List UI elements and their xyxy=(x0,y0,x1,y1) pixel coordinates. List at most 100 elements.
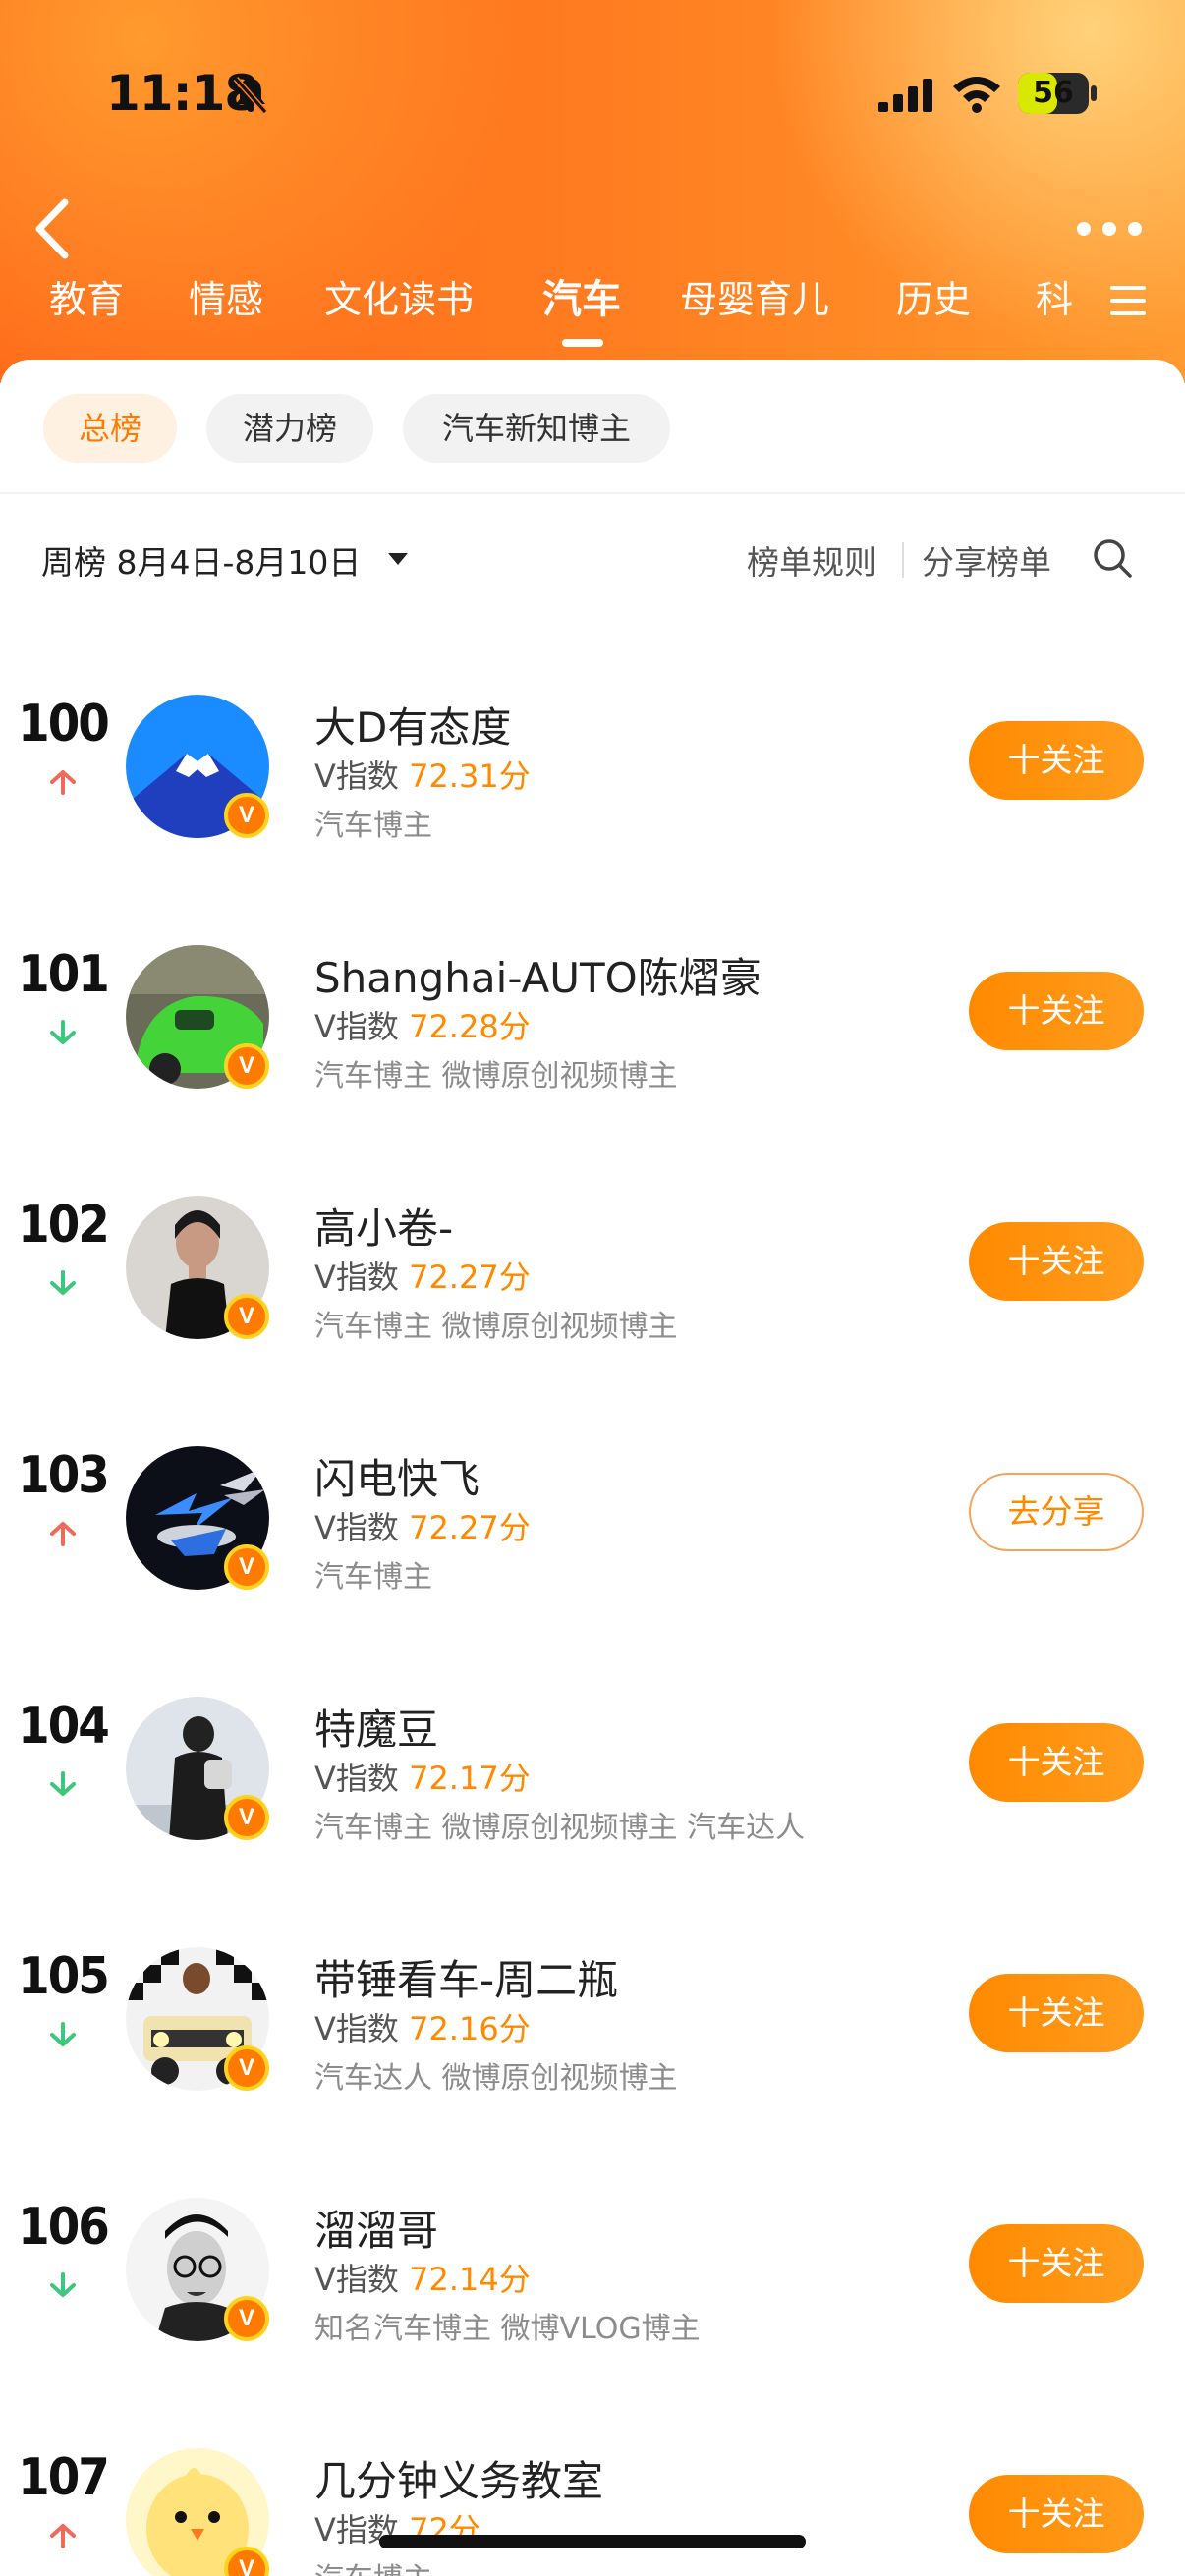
tab-science[interactable]: 科 xyxy=(1036,270,1073,329)
ranking-row[interactable]: 102 V 高小卷- V指数 72.27分 汽车博主 微博原创视频博主 十关注 xyxy=(0,1156,1185,1353)
blogger-tags: 汽车博主 xyxy=(314,2554,432,2576)
follow-button[interactable]: 十关注 xyxy=(969,1974,1144,2052)
share-button[interactable]: 去分享 xyxy=(969,1473,1144,1551)
blogger-name[interactable]: 带锤看车-周二瓶 xyxy=(314,1947,618,2007)
rank-number: 101 xyxy=(18,945,110,1004)
v-index-score: 72.16分 xyxy=(409,2010,531,2047)
ranking-row[interactable]: 100 V 大D有态度 V指数 72.31分 汽车博主 十关注 xyxy=(0,655,1185,852)
category-tabs: 教育 情感 文化读书 汽车 母婴育儿 历史 科 xyxy=(0,270,1185,349)
v-index: V指数 72.28分 xyxy=(314,1002,531,1047)
cellular-signal-icon xyxy=(878,79,932,112)
ranking-card: 总榜 潜力榜 汽车新知博主 周榜 8月4日-8月10日 榜单规则 分享榜单 10… xyxy=(0,360,1185,2576)
tab-parenting[interactable]: 母婴育儿 xyxy=(680,270,829,329)
follow-button[interactable]: 十关注 xyxy=(969,1222,1144,1301)
v-index-label: V指数 xyxy=(314,1008,410,1045)
trend-down-arrow-icon xyxy=(49,2022,77,2047)
tab-history[interactable]: 历史 xyxy=(896,270,971,329)
ranking-row[interactable]: 107V几分钟义务教室V指数 72分汽车博主十关注 xyxy=(0,2409,1185,2576)
bell-muted-icon xyxy=(233,77,268,114)
ranking-row[interactable]: 106 V 溜溜哥 V指数 72.14分 知名汽车博主 微博VLOG博主 十关注 xyxy=(0,2158,1185,2355)
verified-v-label: V xyxy=(238,1553,254,1580)
blogger-tags: 知名汽车博主 微博VLOG博主 xyxy=(314,2312,701,2346)
v-index: V指数 72.16分 xyxy=(314,2004,531,2049)
trend-down-arrow-icon xyxy=(49,1771,77,1797)
verified-v-label: V xyxy=(238,2555,254,2576)
tab-emotion[interactable]: 情感 xyxy=(189,270,263,329)
follow-button[interactable]: 十关注 xyxy=(969,2224,1144,2303)
ranking-row[interactable]: 101 V Shanghai-AUTO陈熠豪 V指数 72.28分汽车博主 微博原创视… xyxy=(0,906,1185,1102)
v-index-label: V指数 xyxy=(314,1259,410,1296)
v-index: V指数 72.17分 xyxy=(314,1754,531,1799)
ranking-row[interactable]: 103 V 闪电快飞 V指数 72.27分 汽车博主 去分享 xyxy=(0,1407,1185,1603)
ranking-row[interactable]: 105 V 带锤看车-周二瓶 V指数 72.16分 汽车达人 微博原创视频博主 十关注 xyxy=(0,1908,1185,2104)
v-index-label: V指数 xyxy=(314,2010,410,2047)
subtab-auto-new-blogger[interactable]: 汽车新知博主 xyxy=(403,394,670,463)
v-index-score: 72.28分 xyxy=(409,1008,531,1045)
week-range-selector[interactable]: 周榜 8月4日-8月10日 xyxy=(41,536,361,584)
blogger-name[interactable]: 几分钟义务教室 xyxy=(314,2448,603,2508)
blogger-name[interactable]: 高小卷- xyxy=(314,1196,453,1256)
blogger-name[interactable]: 溜溜哥 xyxy=(314,2198,438,2258)
subtab-overall[interactable]: 总榜 xyxy=(43,394,177,463)
v-index-label: V指数 xyxy=(314,1760,410,1797)
v-index-label: V指数 xyxy=(314,1509,410,1546)
blogger-tags: 汽车博主 xyxy=(314,1560,432,1595)
wifi-icon xyxy=(953,77,1000,113)
rank-number: 102 xyxy=(18,1196,110,1255)
battery-icon: 56 xyxy=(1018,73,1097,114)
verified-v-icon: V xyxy=(224,2045,269,2091)
verified-v-icon: V xyxy=(224,1544,269,1590)
verified-v-label: V xyxy=(238,802,254,828)
tab-auto[interactable]: 汽车 xyxy=(542,270,621,329)
blogger-tags: 汽车博主 微博原创视频博主 汽车达人 xyxy=(314,1811,806,1845)
verified-v-icon: V xyxy=(224,1294,269,1339)
rank-number: 100 xyxy=(18,695,110,754)
verified-v-label: V xyxy=(238,2054,254,2081)
caret-down-icon[interactable] xyxy=(387,552,409,566)
rank-number: 107 xyxy=(18,2448,110,2507)
battery-tip xyxy=(1091,85,1097,101)
subtab-potential[interactable]: 潜力榜 xyxy=(206,394,373,463)
back-chevron-icon[interactable] xyxy=(29,196,73,261)
trend-down-arrow-icon xyxy=(49,1270,77,1296)
more-options-icon[interactable] xyxy=(1075,220,1144,238)
verified-v-icon: V xyxy=(224,793,269,838)
blogger-name[interactable]: 特魔豆 xyxy=(314,1697,438,1757)
v-index-score: 72.31分 xyxy=(409,757,531,795)
verified-v-icon: V xyxy=(224,1043,269,1089)
trend-down-arrow-icon xyxy=(49,2272,77,2298)
tab-education[interactable]: 教育 xyxy=(49,270,124,329)
status-bar: 11:18 56 xyxy=(0,0,1185,187)
verified-v-label: V xyxy=(238,1303,254,1329)
v-index-label: V指数 xyxy=(314,2261,410,2298)
trend-up-arrow-icon xyxy=(49,1521,77,1546)
verified-v-label: V xyxy=(238,1804,254,1830)
blogger-name[interactable]: 大D有态度 xyxy=(314,695,511,755)
ranking-rules-link[interactable]: 榜单规则 xyxy=(747,536,876,584)
follow-button[interactable]: 十关注 xyxy=(969,721,1144,800)
verified-v-label: V xyxy=(238,2305,254,2331)
verified-v-icon: V xyxy=(224,2296,269,2341)
active-tab-indicator xyxy=(562,339,603,347)
rank-number: 103 xyxy=(18,1446,110,1505)
header-background: 11:18 56 教育 情感 文化读书 汽车 母婴育儿 历史 科 xyxy=(0,0,1185,383)
tab-culture-reading[interactable]: 文化读书 xyxy=(324,270,474,329)
search-icon[interactable] xyxy=(1091,536,1134,580)
divider xyxy=(0,492,1185,494)
follow-button[interactable]: 十关注 xyxy=(969,972,1144,1050)
share-ranking-link[interactable]: 分享榜单 xyxy=(922,536,1051,584)
blogger-name[interactable]: 闪电快飞 xyxy=(314,1446,480,1506)
home-indicator xyxy=(379,2535,806,2548)
trend-down-arrow-icon xyxy=(49,1020,77,1045)
v-index-score: 72.17分 xyxy=(409,1760,531,1797)
follow-button[interactable]: 十关注 xyxy=(969,2475,1144,2553)
follow-button[interactable]: 十关注 xyxy=(969,1723,1144,1802)
v-index-score: 72.27分 xyxy=(409,1259,531,1296)
blogger-name[interactable]: Shanghai-AUTO陈熠豪 xyxy=(314,945,762,1005)
blogger-tags: 汽车博主 微博原创视频博主 xyxy=(314,1059,678,1093)
blogger-tags: 汽车博主 xyxy=(314,809,432,843)
trend-up-arrow-icon xyxy=(49,769,77,795)
week-selector-row: 周榜 8月4日-8月10日 榜单规则 分享榜单 xyxy=(0,527,1185,595)
hamburger-menu-icon[interactable] xyxy=(1108,283,1148,318)
ranking-row[interactable]: 104 V 特魔豆 V指数 72.17分 汽车博主 微博原创视频博主 汽车达人 十关注 xyxy=(0,1657,1185,1854)
